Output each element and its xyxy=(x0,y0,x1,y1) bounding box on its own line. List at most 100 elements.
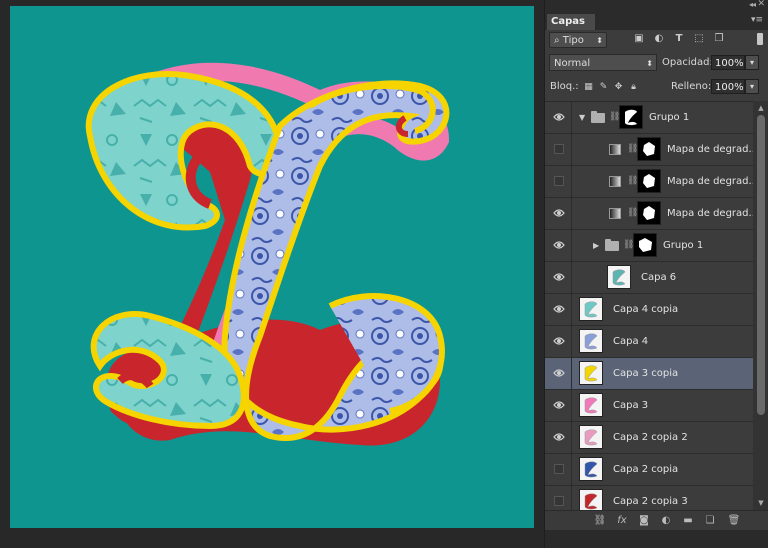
chain-link-icon[interactable]: ⛓ xyxy=(627,175,638,187)
visibility-off-box[interactable] xyxy=(554,464,564,474)
add-mask-icon[interactable]: ◙ xyxy=(637,514,651,528)
chain-link-icon[interactable]: ⛓ xyxy=(609,111,620,123)
filter-pixel-icon[interactable]: ▣ xyxy=(633,33,645,45)
filter-kind-label: Tipo xyxy=(562,35,584,46)
layer-name: Capa 3 xyxy=(613,400,649,411)
new-group-icon[interactable]: ▬ xyxy=(681,514,695,528)
lock-all-icon[interactable]: 🔒︎ xyxy=(628,82,639,93)
layer-thumbnail[interactable] xyxy=(607,265,631,289)
visibility-eye-icon[interactable] xyxy=(553,432,565,442)
new-adjustment-icon[interactable]: ◐ xyxy=(659,514,673,528)
filter-smartobject-icon[interactable]: ❒ xyxy=(713,33,725,45)
filter-type-icon[interactable]: T xyxy=(673,33,685,45)
gradient-map-icon[interactable] xyxy=(609,208,621,219)
layer-row[interactable]: ▼ ⛓ Grupo 1 xyxy=(545,102,753,134)
layer-name: Mapa de degrad... xyxy=(667,208,753,219)
layer-thumbnail[interactable] xyxy=(579,297,603,321)
chain-link-icon[interactable]: ⛓ xyxy=(623,239,634,251)
document-canvas[interactable] xyxy=(10,6,534,528)
chevron-updown-icon: ⬍ xyxy=(646,59,653,68)
layer-name: Capa 3 copia xyxy=(613,368,679,379)
layer-thumbnail[interactable] xyxy=(579,329,603,353)
layer-list-scrollbar[interactable]: ▲ ▼ xyxy=(753,101,768,510)
scroll-down-icon[interactable]: ▼ xyxy=(756,498,766,508)
lock-move-icon[interactable]: ✥ xyxy=(613,82,624,93)
layer-mask-thumbnail[interactable] xyxy=(637,169,661,193)
visibility-eye-icon[interactable] xyxy=(553,240,565,250)
visibility-eye-icon[interactable] xyxy=(553,400,565,410)
layer-row[interactable]: Capa 3 copia xyxy=(545,358,753,390)
panel-menu-icon[interactable]: ▾≡ xyxy=(751,15,763,25)
fill-dropdown[interactable]: ▾ xyxy=(745,79,759,94)
row-divider xyxy=(571,454,572,486)
row-divider xyxy=(571,134,572,166)
layer-row[interactable]: ⛓ Mapa de degrad... xyxy=(545,166,753,198)
row-divider xyxy=(571,294,572,326)
layer-row[interactable]: ⛓ Mapa de degrad... xyxy=(545,134,753,166)
layer-thumbnail[interactable] xyxy=(579,361,603,385)
filter-adjustment-icon[interactable]: ◐ xyxy=(653,33,665,45)
visibility-eye-icon[interactable] xyxy=(553,272,565,282)
blend-mode-select[interactable]: Normal ⬍ xyxy=(549,54,657,71)
folder-icon xyxy=(605,239,619,251)
visibility-off-box[interactable] xyxy=(554,176,564,186)
blend-row: Normal ⬍ Opacidad: 100% ▾ xyxy=(545,54,768,74)
layer-thumbnail[interactable] xyxy=(579,489,603,511)
row-divider xyxy=(571,198,572,230)
layer-row[interactable]: ⛓ Mapa de degrad... xyxy=(545,198,753,230)
layer-list[interactable]: ▼ ⛓ Grupo 1 ⛓ Mapa de degrad... ⛓ Mapa de degr… xyxy=(545,101,753,511)
layer-row[interactable]: Capa 2 copia 2 xyxy=(545,422,753,454)
visibility-eye-icon[interactable] xyxy=(553,304,565,314)
fill-label: Relleno: xyxy=(671,81,712,92)
layer-mask-thumbnail[interactable] xyxy=(633,233,657,257)
visibility-eye-icon[interactable] xyxy=(553,112,565,122)
opacity-input[interactable]: 100% xyxy=(711,55,745,70)
collapse-panels-icon[interactable]: ◂◂ xyxy=(749,0,756,9)
link-layers-icon[interactable]: ⛓ xyxy=(593,514,607,528)
layer-thumbnail[interactable] xyxy=(579,457,603,481)
layer-name: Capa 4 copia xyxy=(613,304,679,315)
layer-mask-thumbnail[interactable] xyxy=(619,105,643,129)
visibility-off-box[interactable] xyxy=(554,496,564,506)
delete-layer-icon[interactable]: 🗑︎ xyxy=(727,514,741,528)
layer-mask-thumbnail[interactable] xyxy=(637,201,661,225)
layer-row[interactable]: Capa 2 copia 3 xyxy=(545,486,753,511)
row-divider xyxy=(571,102,572,134)
filter-kind-select[interactable]: ⌕ Tipo ⬍ xyxy=(549,32,607,48)
lock-transparent-icon[interactable]: ▦ xyxy=(583,82,594,93)
tab-layers[interactable]: Capas xyxy=(547,14,595,30)
layer-row[interactable]: Capa 2 copia xyxy=(545,454,753,486)
canvas-area[interactable] xyxy=(0,0,540,548)
layer-row[interactable]: Capa 6 xyxy=(545,262,753,294)
new-layer-icon[interactable]: ❏ xyxy=(703,514,717,528)
scroll-thumb[interactable] xyxy=(757,115,765,415)
layer-thumbnail[interactable] xyxy=(579,393,603,417)
layer-mask-thumbnail[interactable] xyxy=(637,137,661,161)
row-divider xyxy=(571,166,572,198)
opacity-dropdown[interactable]: ▾ xyxy=(745,55,759,70)
expand-right-icon[interactable]: ▶ xyxy=(593,230,599,262)
filter-shape-icon[interactable]: ⬚ xyxy=(693,33,705,45)
filter-toggle-icon[interactable] xyxy=(757,33,763,45)
layer-style-fx-icon[interactable]: fx xyxy=(615,514,629,528)
layer-row[interactable]: Capa 4 copia xyxy=(545,294,753,326)
layer-thumbnail[interactable] xyxy=(579,425,603,449)
gradient-map-icon[interactable] xyxy=(609,176,621,187)
visibility-eye-icon[interactable] xyxy=(553,336,565,346)
visibility-eye-icon[interactable] xyxy=(553,208,565,218)
layer-name: Grupo 1 xyxy=(649,112,690,123)
expand-down-icon[interactable]: ▼ xyxy=(579,102,585,134)
visibility-eye-icon[interactable] xyxy=(553,368,565,378)
layer-row[interactable]: Capa 3 xyxy=(545,390,753,422)
fill-input[interactable]: 100% xyxy=(711,79,745,94)
lock-brush-icon[interactable]: ✎ xyxy=(598,82,609,93)
chain-link-icon[interactable]: ⛓ xyxy=(627,207,638,219)
layer-row[interactable]: Capa 4 xyxy=(545,326,753,358)
visibility-off-box[interactable] xyxy=(554,144,564,154)
chain-link-icon[interactable]: ⛓ xyxy=(627,143,638,155)
scroll-up-icon[interactable]: ▲ xyxy=(756,103,766,113)
gradient-map-icon[interactable] xyxy=(609,144,621,155)
layers-bottom-toolbar: ⛓ fx ◙ ◐ ▬ ❏ 🗑︎ xyxy=(545,510,768,531)
layer-row[interactable]: ▶ ⛓ Grupo 1 xyxy=(545,230,753,262)
close-icon[interactable]: ✕ xyxy=(757,0,765,9)
